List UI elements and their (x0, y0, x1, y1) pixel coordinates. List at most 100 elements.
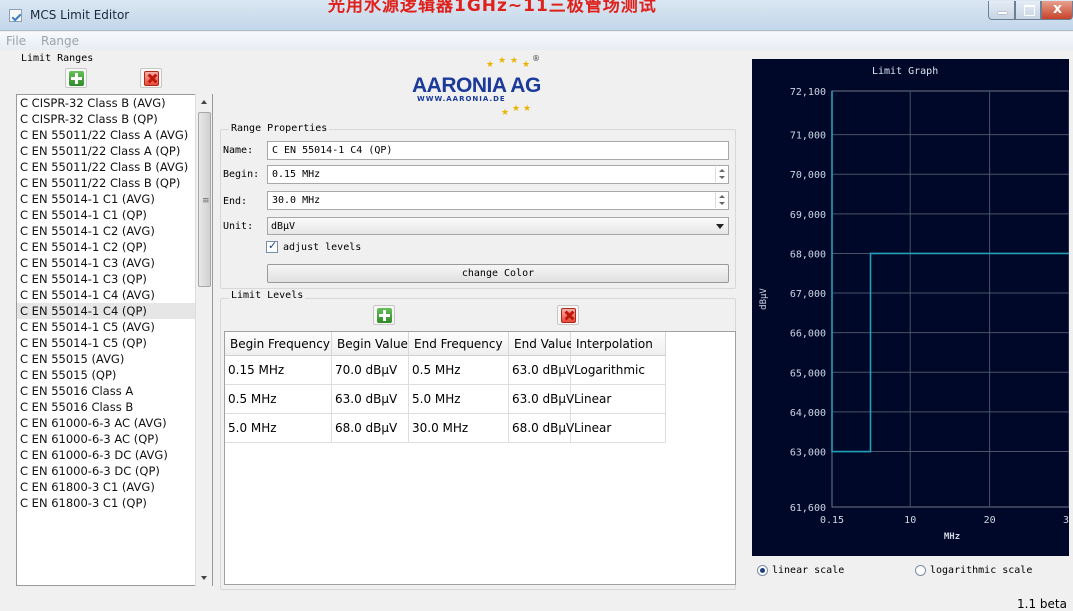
spin-arrows-icon[interactable] (715, 167, 727, 182)
range-list-item[interactable]: C CISPR-32 Class B (QP) (17, 111, 212, 127)
app-icon (9, 9, 22, 22)
name-field[interactable]: C EN 55014-1 C4 (QP) (267, 141, 729, 160)
logarithmic-scale-radio[interactable] (915, 565, 926, 576)
logo-star-icon: ★ (522, 60, 531, 70)
table-cell[interactable]: 63.0 dBµV (509, 356, 574, 385)
y-tick-label: 66,000 (790, 329, 826, 340)
table-cell[interactable]: 68.0 dBµV (332, 414, 409, 443)
range-list-scrollbar[interactable]: ≡ (195, 94, 212, 586)
y-tick-label: 71,000 (790, 131, 826, 142)
logo-star-icon: ★ (512, 104, 521, 114)
version-label: 1.1 beta (1017, 597, 1067, 611)
logo-star-icon: ★ (501, 108, 510, 118)
range-list-item[interactable]: C EN 55011/22 Class B (AVG) (17, 159, 212, 175)
overlay-title: 光用水源逻辑器1GHz~11三极管场测试 (328, 0, 657, 16)
table-cell[interactable]: 68.0 dBµV (509, 414, 574, 443)
name-label: Name: (223, 145, 254, 156)
registered-mark: ® (532, 54, 540, 63)
range-list[interactable]: C CISPR-32 Class B (AVG) C CISPR-32 Class… (16, 94, 213, 586)
range-list-item[interactable]: C EN 55014-1 C2 (AVG) (17, 223, 212, 239)
delete-level-button[interactable] (557, 305, 579, 325)
range-list-item[interactable]: C CISPR-32 Class B (AVG) (17, 95, 212, 111)
table-cell[interactable]: 0.5 MHz (225, 385, 332, 414)
logo-star-icon: ★ (498, 56, 507, 66)
x-tick-label: 20 (984, 515, 996, 526)
y-tick-label: 68,000 (790, 249, 826, 260)
range-list-item[interactable]: C EN 55015 (QP) (17, 367, 212, 383)
table-cell[interactable]: 63.0 dBµV (509, 385, 574, 414)
range-list-item[interactable]: C EN 61000-6-3 AC (QP) (17, 431, 212, 447)
plot-frame (831, 90, 1069, 508)
table-cell[interactable]: 70.0 dBµV (332, 356, 409, 385)
maximize-button[interactable] (1015, 1, 1041, 20)
range-list-item[interactable]: C EN 61000-6-3 AC (AVG) (17, 415, 212, 431)
range-list-item[interactable]: C EN 55014-1 C2 (QP) (17, 239, 212, 255)
menu-bar: File Range (0, 32, 1073, 50)
table-cell[interactable]: Logarithmic (571, 356, 666, 385)
spin-arrows-icon[interactable] (715, 193, 727, 208)
range-list-item[interactable]: C EN 55016 Class A (17, 383, 212, 399)
x-tick-label: 0.15 (820, 515, 844, 526)
range-list-item[interactable]: C EN 55014-1 C5 (AVG) (17, 319, 212, 335)
limit-levels-table[interactable]: Begin Frequency Begin Value End Frequency E… (224, 331, 736, 585)
column-header[interactable]: Begin Value (332, 332, 409, 356)
limit-graph-svg: 0.15 10 20 30 72,100 71,000 70,000 69,000 68,000… (759, 87, 1069, 542)
range-list-item[interactable]: C EN 55014-1 C3 (QP) (17, 271, 212, 287)
range-list-item[interactable]: C EN 61800-3 C1 (QP) (17, 495, 212, 511)
y-tick-label: 61,600 (790, 503, 826, 514)
logo-star-icon: ★ (523, 104, 532, 114)
column-header[interactable]: End Frequency (409, 332, 509, 356)
scroll-thumb[interactable]: ≡ (198, 112, 211, 287)
range-list-item[interactable]: C EN 55014-1 C1 (AVG) (17, 191, 212, 207)
linear-scale-radio[interactable] (757, 565, 768, 576)
range-list-item[interactable]: C EN 55014-1 C4 (AVG) (17, 287, 212, 303)
add-level-button[interactable] (373, 305, 395, 325)
limit-ranges-title: Limit Ranges (21, 53, 94, 64)
delete-icon (144, 71, 159, 86)
range-list-item[interactable]: C EN 61800-3 C1 (AVG) (17, 479, 212, 495)
column-header[interactable]: Interpolation (571, 332, 666, 356)
column-header[interactable]: Begin Frequency (225, 332, 332, 356)
minimize-button[interactable] (988, 1, 1015, 20)
range-list-item[interactable]: C EN 55014-1 C1 (QP) (17, 207, 212, 223)
range-list-item[interactable]: C EN 55011/22 Class A (AVG) (17, 127, 212, 143)
plus-icon (69, 71, 84, 86)
range-list-item[interactable]: C EN 55014-1 C4 (QP) (17, 303, 212, 319)
window-title: MCS Limit Editor (30, 8, 130, 22)
table-cell[interactable]: 30.0 MHz (409, 414, 509, 443)
x-axis-label: MHz (944, 532, 960, 542)
table-cell[interactable]: Linear (571, 385, 666, 414)
menu-range[interactable]: Range (41, 34, 79, 48)
range-list-item[interactable]: C EN 55015 (AVG) (17, 351, 212, 367)
begin-spinbox[interactable]: 0.15 MHz (267, 165, 729, 184)
close-button[interactable] (1041, 1, 1073, 20)
chevron-down-icon (716, 224, 724, 229)
range-list-item[interactable]: C EN 61000-6-3 DC (AVG) (17, 447, 212, 463)
add-range-button[interactable] (65, 68, 87, 88)
range-list-item[interactable]: C EN 61000-6-3 DC (QP) (17, 463, 212, 479)
scroll-down-arrow-icon[interactable] (196, 570, 213, 586)
range-list-item[interactable]: C EN 55011/22 Class B (QP) (17, 175, 212, 191)
y-tick-label: 63,000 (790, 448, 826, 459)
plus-icon (377, 308, 392, 323)
column-header[interactable]: End Value (509, 332, 574, 356)
scroll-up-arrow-icon[interactable] (196, 94, 213, 110)
change-color-button[interactable]: change Color (267, 264, 729, 283)
table-cell[interactable]: 63.0 dBµV (332, 385, 409, 414)
unit-select[interactable]: dBµV (267, 217, 729, 235)
adjust-levels-checkbox[interactable] (266, 239, 278, 253)
delete-range-button[interactable] (140, 68, 162, 88)
range-list-item[interactable]: C EN 55014-1 C5 (QP) (17, 335, 212, 351)
range-list-item[interactable]: C EN 55011/22 Class A (QP) (17, 143, 212, 159)
range-list-item[interactable]: C EN 55014-1 C3 (AVG) (17, 255, 212, 271)
table-cell[interactable]: Linear (571, 414, 666, 443)
end-spinbox[interactable]: 30.0 MHz (267, 191, 729, 210)
table-cell[interactable]: 0.5 MHz (409, 356, 509, 385)
table-cell[interactable]: 5.0 MHz (409, 385, 509, 414)
table-cell[interactable]: 0.15 MHz (225, 356, 332, 385)
logo-url: WWW.AARONIA.DE (417, 95, 506, 103)
logarithmic-scale-label: logarithmic scale (930, 565, 1033, 576)
table-cell[interactable]: 5.0 MHz (225, 414, 332, 443)
menu-file[interactable]: File (6, 34, 26, 48)
range-list-item[interactable]: C EN 55016 Class B (17, 399, 212, 415)
